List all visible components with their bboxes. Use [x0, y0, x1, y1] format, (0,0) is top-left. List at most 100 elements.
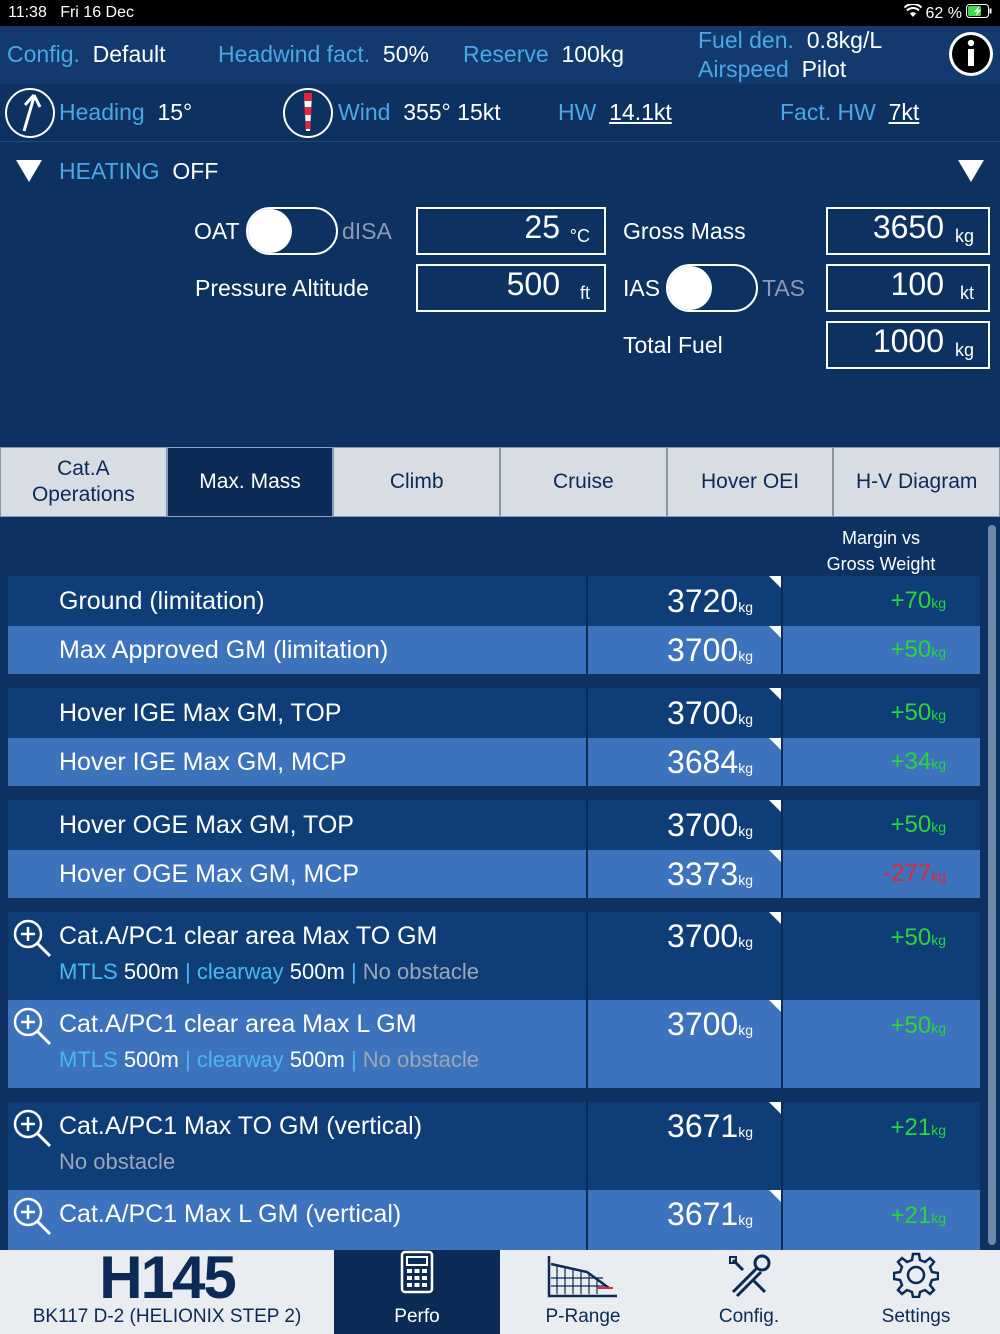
- total-fuel-label: Total Fuel: [623, 332, 723, 358]
- table-row[interactable]: Cat.A/PC1 Max TO GM (vertical) No obstac…: [8, 1102, 980, 1190]
- row-label: Max Approved GM (limitation): [59, 636, 389, 664]
- row-value[interactable]: 3684kg: [586, 738, 783, 786]
- tab-max-mass[interactable]: Max. Mass: [166, 447, 334, 517]
- windsock-icon[interactable]: [282, 87, 334, 145]
- table-row[interactable]: Hover IGE Max GM, TOP 3700kg +50kg: [8, 688, 980, 738]
- oat-disa-toggle[interactable]: [246, 207, 338, 255]
- tab-climb[interactable]: Climb: [333, 447, 501, 517]
- fuel-density[interactable]: Fuel den. 0.8kg/L: [698, 27, 882, 54]
- table-row[interactable]: Cat.A/PC1 clear area Max TO GM MTLS 500m…: [8, 912, 980, 1000]
- h145-logo: H145: [99, 1244, 236, 1311]
- config-item[interactable]: Config. Default: [7, 41, 166, 68]
- nav-settings-label: Settings: [881, 1306, 951, 1327]
- row-label: Cat.A/PC1 Max L GM (vertical): [59, 1200, 402, 1228]
- tab-hover-oei[interactable]: Hover OEI: [666, 447, 834, 517]
- row-subtitle: MTLS 500m | clearway 500m | No obstacle: [59, 959, 479, 984]
- headwind-item: HW 14.1kt: [558, 99, 672, 125]
- nav-p-range-label: P-Range: [545, 1306, 621, 1327]
- table-row[interactable]: Cat.A/PC1 Max L GM (vertical) 3671kg +21…: [8, 1190, 980, 1250]
- tab-cat-a-operations[interactable]: Cat.A Operations: [0, 447, 167, 517]
- status-time: 11:38 Fri 16 Dec: [8, 4, 134, 21]
- heating-toggle[interactable]: HEATING OFF: [59, 158, 218, 185]
- reserve-item[interactable]: Reserve 100kg: [463, 41, 624, 68]
- row-value[interactable]: 3700kg: [586, 688, 783, 738]
- tab-cruise[interactable]: Cruise: [500, 447, 667, 517]
- wind-item[interactable]: Wind 355° 15kt: [338, 99, 501, 126]
- wifi-icon: [903, 3, 922, 23]
- detail-corner-icon: [769, 850, 781, 862]
- row-value[interactable]: 3700kg: [586, 800, 783, 850]
- row-label: Ground (limitation): [59, 587, 265, 615]
- nav-perfo-label: Perfo: [394, 1306, 440, 1327]
- row-subtitle: MTLS 500m | clearway 500m | No obstacle: [59, 1047, 479, 1072]
- row-value[interactable]: 3700kg: [586, 1000, 783, 1088]
- scrollbar[interactable]: [988, 525, 996, 1245]
- table-row[interactable]: Ground (limitation) 3720kg +70kg: [8, 576, 980, 626]
- tab-bar: Cat.A Operations Max. Mass Climb Cruise …: [0, 447, 1000, 517]
- table-row[interactable]: Hover IGE Max GM, MCP 3684kg +34kg: [8, 738, 980, 786]
- row-margin: -277kg: [883, 860, 946, 887]
- ias-tas-toggle[interactable]: [666, 264, 758, 312]
- nav-p-range[interactable]: P-Range: [500, 1250, 666, 1334]
- wind-row[interactable]: Heading 15° Wind 355° 15kt HW 14.1kt Fac…: [0, 84, 1000, 142]
- table-row[interactable]: Cat.A/PC1 clear area Max L GM MTLS 500m …: [8, 1000, 980, 1088]
- row-margin: +70kg: [890, 587, 946, 614]
- table-row[interactable]: Hover OGE Max GM, MCP 3373kg -277kg: [8, 850, 980, 898]
- detail-corner-icon: [769, 1190, 781, 1202]
- row-label: Hover IGE Max GM, TOP: [59, 699, 342, 727]
- config-bar[interactable]: Config. Default Headwind fact. 50% Reser…: [0, 26, 1000, 84]
- row-label: Hover OGE Max GM, TOP: [59, 811, 354, 839]
- tab-hv-diagram[interactable]: H-V Diagram: [833, 447, 1000, 517]
- row-label-block: Cat.A/PC1 clear area Max TO GM MTLS 500m…: [8, 912, 586, 1000]
- detail-corner-icon: [769, 688, 781, 700]
- max-mass-table: Margin vs Gross Weight Ground (limitatio…: [0, 517, 1000, 1250]
- toggle-knob: [668, 266, 712, 310]
- table-row[interactable]: Max Approved GM (limitation) 3700kg +50k…: [8, 626, 980, 674]
- detail-corner-icon: [769, 1000, 781, 1012]
- chart-icon: [547, 1254, 619, 1304]
- gross-mass-field[interactable]: 3650 kg: [826, 207, 990, 255]
- airspeed-item[interactable]: Airspeed Pilot: [698, 56, 846, 83]
- gross-mass-label: Gross Mass: [623, 218, 746, 244]
- headwind-factor[interactable]: Headwind fact. 50%: [218, 41, 429, 68]
- row-value[interactable]: 3700kg: [586, 912, 783, 1000]
- row-label: Cat.A/PC1 clear area Max TO GM: [59, 922, 438, 950]
- aircraft-logo-block: H145 BK117 D-2 (HELIONIX STEP 2): [0, 1244, 334, 1334]
- info-icon[interactable]: [948, 31, 994, 83]
- margin-column-header: Margin vs Gross Weight: [826, 528, 936, 574]
- collapse-triangle-icon[interactable]: [16, 160, 42, 188]
- row-value[interactable]: 3671kg: [586, 1190, 783, 1250]
- detail-corner-icon: [769, 738, 781, 750]
- pressure-altitude-field[interactable]: 500 ft: [416, 264, 606, 312]
- nav-settings[interactable]: Settings: [832, 1250, 1000, 1334]
- detail-corner-icon: [769, 1102, 781, 1114]
- factored-headwind-item: Fact. HW 7kt: [780, 99, 920, 125]
- nav-config[interactable]: Config.: [666, 1250, 832, 1334]
- row-label: Hover IGE Max GM, MCP: [59, 748, 347, 776]
- row-value[interactable]: 3720kg: [586, 576, 783, 626]
- detail-corner-icon: [769, 800, 781, 812]
- expand-triangle-icon[interactable]: [958, 160, 984, 188]
- detail-corner-icon: [769, 576, 781, 588]
- bottom-nav: H145 BK117 D-2 (HELIONIX STEP 2) Perfo P…: [0, 1244, 1000, 1334]
- aircraft-model: BK117 D-2 (HELIONIX STEP 2): [32, 1306, 302, 1327]
- temperature-field[interactable]: 25 °C: [416, 207, 606, 255]
- oat-label: OAT: [194, 218, 240, 244]
- speed-field[interactable]: 100 kt: [826, 264, 990, 312]
- row-value[interactable]: 3671kg: [586, 1102, 783, 1190]
- row-label-block: Cat.A/PC1 Max TO GM (vertical) No obstac…: [8, 1102, 586, 1190]
- total-fuel-field[interactable]: 1000 kg: [826, 321, 990, 369]
- input-panel: HEATING OFF OAT dISA 25 °C Gross Mass 365…: [0, 142, 1000, 447]
- row-value[interactable]: 3700kg: [586, 626, 783, 674]
- table-row[interactable]: Hover OGE Max GM, TOP 3700kg +50kg: [8, 800, 980, 850]
- calculator-icon: [400, 1250, 434, 1300]
- nav-perfo[interactable]: Perfo: [334, 1250, 500, 1334]
- row-label-block: Cat.A/PC1 clear area Max L GM MTLS 500m …: [8, 1000, 586, 1088]
- row-label: Hover OGE Max GM, MCP: [59, 860, 360, 888]
- row-value[interactable]: 3373kg: [586, 850, 783, 898]
- heading-item[interactable]: Heading 15°: [59, 99, 192, 126]
- nav-config-label: Config.: [718, 1306, 780, 1327]
- row-margin: +50kg: [890, 811, 946, 838]
- heading-arrow-icon[interactable]: [4, 87, 56, 145]
- row-label: Cat.A/PC1 clear area Max L GM: [59, 1010, 417, 1038]
